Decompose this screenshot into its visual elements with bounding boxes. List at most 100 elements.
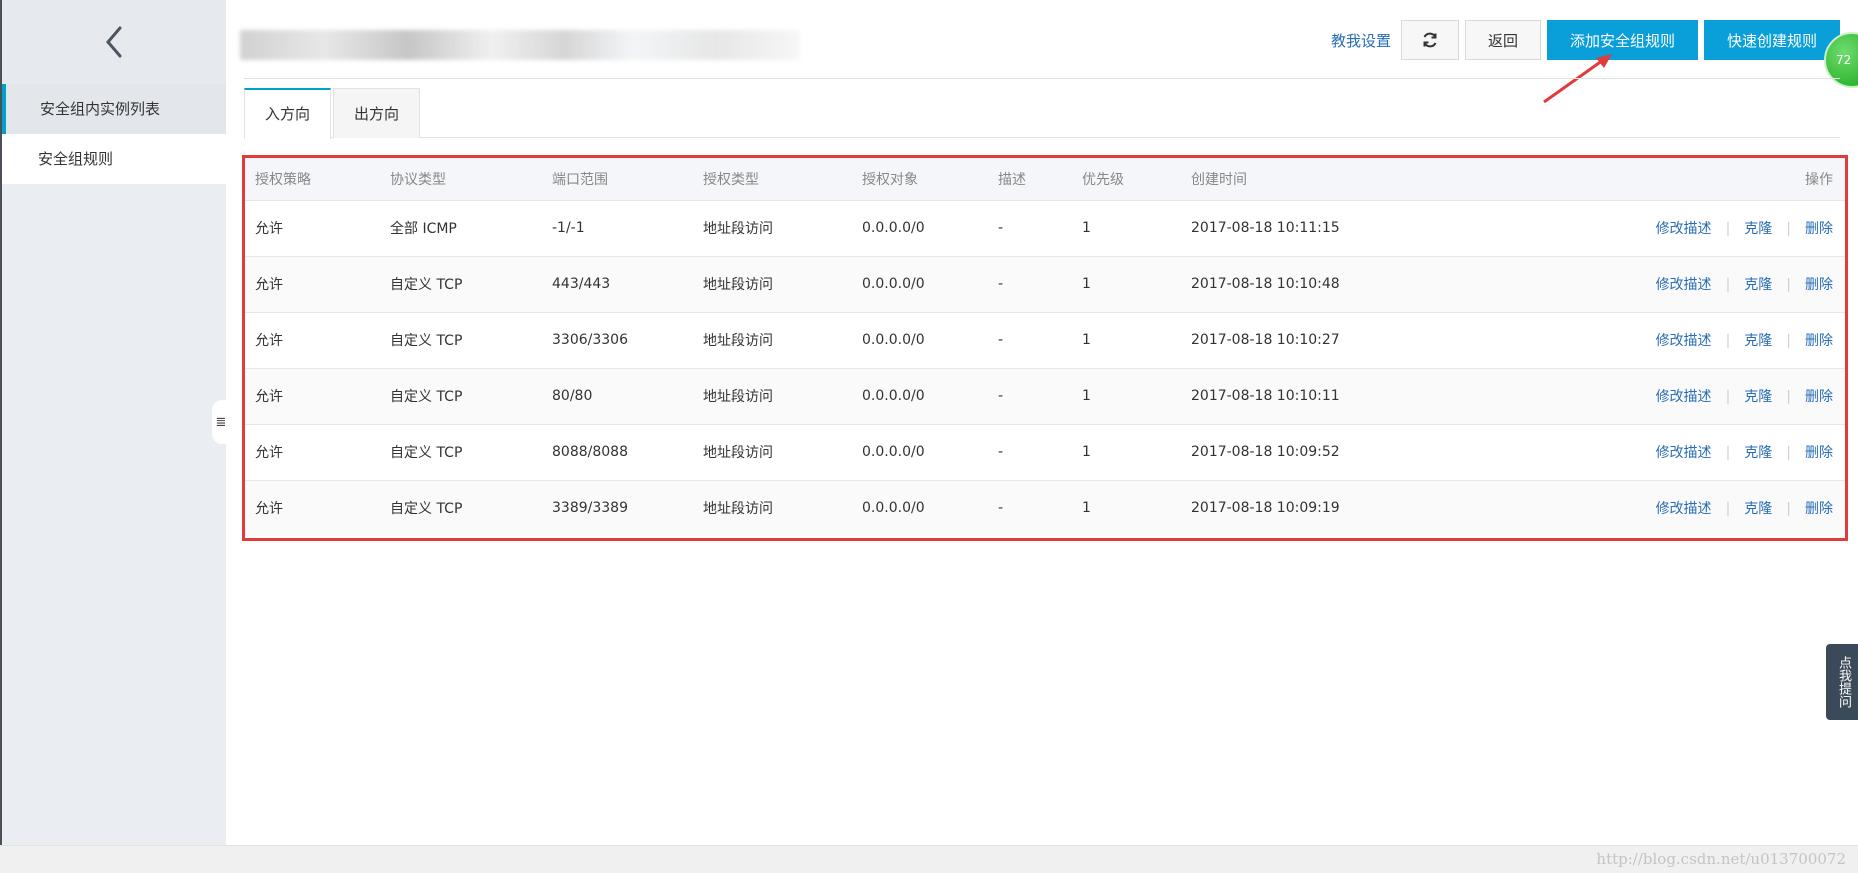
redacted-page-title — [240, 30, 800, 60]
cell-protocol: 自定义 TCP — [390, 501, 463, 518]
cell-priority: 1 — [1082, 276, 1091, 292]
tab-inbound[interactable]: 入方向 — [244, 88, 332, 139]
col-header: 授权策略 — [255, 171, 311, 188]
cell-priority: 1 — [1082, 332, 1091, 348]
action-separator: | — [1725, 501, 1731, 518]
cell-created: 2017-08-18 10:10:27 — [1191, 332, 1340, 348]
cell-port: 80/80 — [552, 388, 593, 404]
delete-link[interactable]: 删除 — [1805, 445, 1833, 461]
sidebar-item-instance-list[interactable]: 安全组内实例列表 — [2, 84, 226, 134]
delete-link[interactable]: 删除 — [1805, 221, 1833, 237]
tutorial-link[interactable]: 教我设置 — [1331, 30, 1391, 51]
cell-target: 0.0.0.0/0 — [862, 332, 925, 348]
tab-outbound[interactable]: 出方向 — [333, 88, 421, 138]
edit-description-link[interactable]: 修改描述 — [1656, 221, 1712, 237]
cell-created: 2017-08-18 10:11:15 — [1191, 220, 1340, 236]
sidebar: 安全组内实例列表 安全组规则 ≣ — [0, 0, 230, 845]
cell-actions: 修改描述 | 克隆 | 删除 — [1481, 424, 1845, 480]
table-row: 允许 自定义 TCP 3389/3389 地址段访问 0.0.0.0/0 - 1 2017-0… — [245, 480, 1845, 536]
cell-desc: - — [998, 388, 1004, 404]
quick-create-rule-button[interactable]: 快速创建规则 — [1703, 20, 1840, 60]
cell-priority: 1 — [1082, 444, 1091, 460]
action-separator: | — [1786, 445, 1791, 461]
cell-actions: 修改描述 | 克隆 | 删除 — [1481, 480, 1845, 536]
back-button[interactable] — [2, 0, 226, 84]
action-separator: | — [1786, 221, 1791, 237]
cell-policy: 允许 — [255, 221, 283, 237]
cell-desc: - — [998, 332, 1004, 348]
delete-link[interactable]: 删除 — [1805, 277, 1833, 293]
cell-actions: 修改描述 | 克隆 | 删除 — [1481, 200, 1845, 256]
edit-description-link[interactable]: 修改描述 — [1656, 501, 1712, 517]
cell-auth-type: 地址段访问 — [703, 501, 773, 518]
cell-desc: - — [998, 444, 1004, 460]
cell-policy: 允许 — [255, 445, 283, 461]
col-header: 描述 — [998, 171, 1026, 188]
sidebar-item-label: 安全组内实例列表 — [40, 100, 161, 118]
table-row: 允许 全部 ICMP -1/-1 地址段访问 0.0.0.0/0 - 1 2017-08-18… — [245, 200, 1845, 256]
watermark: http://blog.csdn.net/u013700072 — [1596, 850, 1846, 868]
delete-link[interactable]: 删除 — [1805, 389, 1833, 405]
cell-priority: 1 — [1082, 220, 1091, 236]
cell-created: 2017-08-18 10:10:48 — [1191, 276, 1340, 292]
col-header: 操作 — [1805, 171, 1833, 188]
cell-policy: 允许 — [255, 389, 283, 405]
action-separator: | — [1786, 333, 1791, 349]
col-header: 授权类型 — [703, 171, 759, 188]
delete-link[interactable]: 删除 — [1805, 333, 1833, 349]
col-header: 端口范围 — [552, 171, 608, 188]
cell-actions: 修改描述 | 克隆 | 删除 — [1481, 256, 1845, 312]
header-divider — [244, 78, 1840, 79]
status-bar: http://blog.csdn.net/u013700072 — [0, 845, 1858, 873]
cell-port: 443/443 — [552, 276, 611, 292]
action-separator: | — [1786, 389, 1791, 405]
clone-link[interactable]: 克隆 — [1744, 333, 1772, 349]
cell-target: 0.0.0.0/0 — [862, 500, 925, 517]
table-row: 允许 自定义 TCP 443/443 地址段访问 0.0.0.0/0 - 1 2017-08-… — [245, 256, 1845, 312]
refresh-button[interactable] — [1400, 20, 1459, 60]
cell-protocol: 自定义 TCP — [390, 445, 463, 461]
return-button[interactable]: 返回 — [1464, 20, 1541, 60]
action-separator: | — [1725, 389, 1731, 405]
sidebar-collapse-handle[interactable]: ≣ — [212, 400, 230, 444]
edit-description-link[interactable]: 修改描述 — [1656, 333, 1712, 349]
cell-protocol: 全部 ICMP — [390, 221, 457, 237]
ask-question-tab[interactable]: 点我提问 — [1826, 644, 1858, 720]
refresh-icon — [1423, 32, 1437, 48]
cell-port: 3306/3306 — [552, 332, 628, 348]
edit-description-link[interactable]: 修改描述 — [1656, 445, 1712, 461]
col-header: 授权对象 — [862, 171, 918, 188]
action-separator: | — [1786, 277, 1791, 293]
table-row: 允许 自定义 TCP 80/80 地址段访问 0.0.0.0/0 - 1 2017-08-18… — [245, 368, 1845, 424]
table-header-row: 授权策略 协议类型 端口范围 授权类型 授权对象 描述 优先级 创建时间 操作 — [245, 158, 1845, 200]
clone-link[interactable]: 克隆 — [1744, 389, 1772, 405]
cell-created: 2017-08-18 10:10:11 — [1191, 388, 1340, 404]
cell-protocol: 自定义 TCP — [390, 333, 463, 349]
clone-link[interactable]: 克隆 — [1744, 445, 1772, 461]
edit-description-link[interactable]: 修改描述 — [1656, 277, 1712, 293]
collapse-icon: ≣ — [215, 414, 227, 430]
sidebar-item-security-rules[interactable]: 安全组规则 — [2, 134, 226, 184]
cell-desc: - — [998, 220, 1004, 236]
cell-priority: 1 — [1082, 500, 1091, 517]
action-separator: | — [1786, 501, 1791, 518]
col-header: 创建时间 — [1191, 171, 1247, 188]
edit-description-link[interactable]: 修改描述 — [1656, 389, 1712, 405]
action-separator: | — [1725, 333, 1731, 349]
delete-link[interactable]: 删除 — [1805, 501, 1833, 517]
clone-link[interactable]: 克隆 — [1744, 501, 1772, 517]
cell-policy: 允许 — [255, 277, 283, 293]
chevron-left-icon — [106, 26, 122, 58]
cell-priority: 1 — [1082, 388, 1091, 404]
cell-auth-type: 地址段访问 — [703, 389, 773, 405]
cell-auth-type: 地址段访问 — [703, 333, 773, 349]
cell-protocol: 自定义 TCP — [390, 389, 463, 405]
clone-link[interactable]: 克隆 — [1744, 221, 1772, 237]
cell-auth-type: 地址段访问 — [703, 445, 773, 461]
cell-port: 8088/8088 — [552, 444, 628, 460]
table-row: 允许 自定义 TCP 8088/8088 地址段访问 0.0.0.0/0 - 1 2017-0… — [245, 424, 1845, 480]
table-row: 允许 自定义 TCP 3306/3306 地址段访问 0.0.0.0/0 - 1 2017-0… — [245, 312, 1845, 368]
direction-tabs: 入方向 出方向 — [244, 88, 1840, 139]
cell-desc: - — [998, 276, 1004, 292]
clone-link[interactable]: 克隆 — [1744, 277, 1772, 293]
